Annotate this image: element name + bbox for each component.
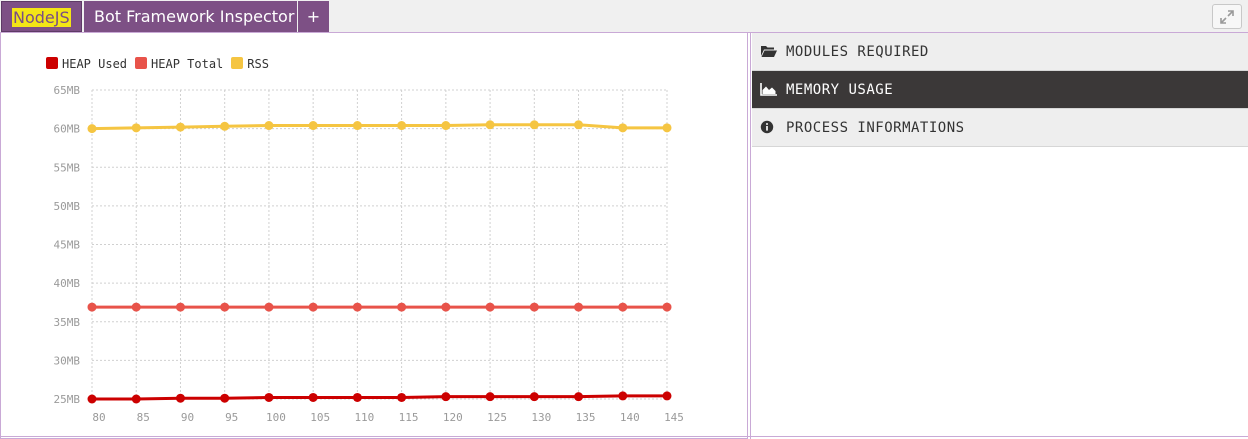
x-tick-label: 85 bbox=[137, 411, 150, 424]
data-point-2 bbox=[397, 121, 407, 131]
data-point-1 bbox=[220, 302, 230, 312]
chart-legend: HEAP Used HEAP Total RSS bbox=[46, 57, 277, 73]
data-point-0 bbox=[87, 394, 97, 404]
data-point-2 bbox=[175, 122, 185, 132]
data-point-0 bbox=[441, 392, 451, 402]
sidebar: MODULES REQUIRED MEMORY USAGE PROCESS IN… bbox=[752, 33, 1248, 147]
y-tick-label: 50MB bbox=[54, 200, 81, 213]
add-tab-button[interactable]: + bbox=[298, 1, 329, 32]
data-point-0 bbox=[352, 392, 362, 402]
y-tick-label: 65MB bbox=[54, 84, 81, 97]
legend-label: HEAP Total bbox=[151, 57, 224, 71]
legend-item: HEAP Total bbox=[135, 57, 223, 71]
x-tick-label: 125 bbox=[487, 411, 507, 424]
info-circle-icon bbox=[760, 120, 774, 134]
y-tick-label: 55MB bbox=[54, 161, 81, 174]
panel-divider bbox=[750, 33, 751, 439]
data-point-2 bbox=[352, 121, 362, 131]
data-point-1 bbox=[529, 302, 539, 312]
data-point-0 bbox=[131, 394, 141, 404]
data-point-0 bbox=[264, 392, 274, 402]
data-point-2 bbox=[87, 124, 97, 134]
area-chart-icon bbox=[760, 83, 777, 96]
data-point-2 bbox=[529, 120, 539, 130]
data-point-2 bbox=[485, 120, 495, 130]
data-point-1 bbox=[662, 302, 672, 312]
data-point-2 bbox=[574, 120, 584, 130]
data-point-1 bbox=[87, 302, 97, 312]
x-tick-label: 130 bbox=[531, 411, 551, 424]
legend-swatch bbox=[135, 57, 148, 69]
data-point-0 bbox=[618, 391, 628, 401]
sidebar-item-label: MEMORY USAGE bbox=[786, 82, 894, 98]
data-point-2 bbox=[131, 123, 141, 133]
data-point-1 bbox=[352, 302, 362, 312]
data-point-0 bbox=[574, 392, 584, 402]
data-point-1 bbox=[308, 302, 318, 312]
x-tick-label: 105 bbox=[310, 411, 330, 424]
data-point-1 bbox=[618, 302, 628, 312]
data-point-0 bbox=[485, 392, 495, 402]
data-point-2 bbox=[264, 121, 274, 131]
data-point-1 bbox=[397, 302, 407, 312]
data-point-1 bbox=[175, 302, 185, 312]
sidebar-item-label: MODULES REQUIRED bbox=[786, 44, 929, 60]
sidebar-item-process-informations[interactable]: PROCESS INFORMATIONS bbox=[752, 109, 1248, 147]
x-tick-label: 120 bbox=[443, 411, 463, 424]
data-point-1 bbox=[574, 302, 584, 312]
x-tick-label: 80 bbox=[92, 411, 105, 424]
sidebar-item-modules-required[interactable]: MODULES REQUIRED bbox=[752, 33, 1248, 71]
data-point-0 bbox=[308, 392, 318, 402]
memory-usage-chart: 25MB 30MB 35MB 40MB 45MB 50MB 55MB 60MB 65MB 80 85… bbox=[54, 84, 684, 424]
legend-item: HEAP Used bbox=[46, 57, 127, 71]
y-tick-label: 30MB bbox=[54, 354, 81, 367]
x-tick-label: 110 bbox=[354, 411, 374, 424]
expand-button[interactable] bbox=[1212, 4, 1242, 29]
x-tick-label: 115 bbox=[399, 411, 419, 424]
y-tick-label: 60MB bbox=[54, 123, 81, 136]
tab-bar: NodeJS Bot Framework Inspector + bbox=[0, 0, 1248, 33]
legend-swatch bbox=[46, 57, 58, 69]
data-point-1 bbox=[264, 302, 274, 312]
tab-nodejs-label: NodeJS bbox=[12, 8, 71, 27]
data-point-2 bbox=[308, 121, 318, 131]
data-point-1 bbox=[441, 302, 451, 312]
data-point-2 bbox=[441, 121, 451, 131]
sidebar-item-label: PROCESS INFORMATIONS bbox=[786, 120, 965, 136]
data-point-0 bbox=[397, 392, 407, 402]
y-tick-label: 40MB bbox=[54, 277, 81, 290]
data-point-2 bbox=[618, 123, 628, 133]
x-tick-label: 140 bbox=[620, 411, 640, 424]
data-point-2 bbox=[220, 121, 230, 131]
bottom-border bbox=[0, 436, 1248, 437]
expand-icon bbox=[1220, 10, 1234, 24]
legend-item: RSS bbox=[231, 57, 269, 71]
legend-label: RSS bbox=[247, 57, 269, 71]
x-tick-label: 95 bbox=[225, 411, 238, 424]
data-point-1 bbox=[131, 302, 141, 312]
data-point-2 bbox=[662, 123, 672, 133]
data-point-1 bbox=[485, 302, 495, 312]
tab-nodejs[interactable]: NodeJS bbox=[1, 1, 82, 32]
legend-label: HEAP Used bbox=[62, 57, 128, 71]
x-tick-label: 100 bbox=[266, 411, 286, 424]
tab-bot-framework-inspector[interactable]: Bot Framework Inspector bbox=[84, 1, 297, 32]
data-point-0 bbox=[220, 393, 230, 403]
data-point-0 bbox=[175, 393, 185, 403]
y-tick-label: 45MB bbox=[54, 239, 81, 252]
sidebar-item-memory-usage[interactable]: MEMORY USAGE bbox=[752, 71, 1248, 109]
legend-swatch bbox=[231, 57, 244, 69]
data-point-0 bbox=[662, 391, 672, 401]
x-tick-label: 135 bbox=[576, 411, 596, 424]
y-tick-label: 25MB bbox=[54, 393, 81, 406]
y-tick-label: 35MB bbox=[54, 316, 81, 329]
folder-open-icon bbox=[761, 46, 777, 57]
x-tick-label: 90 bbox=[181, 411, 194, 424]
x-tick-label: 145 bbox=[664, 411, 684, 424]
data-point-0 bbox=[529, 392, 539, 402]
